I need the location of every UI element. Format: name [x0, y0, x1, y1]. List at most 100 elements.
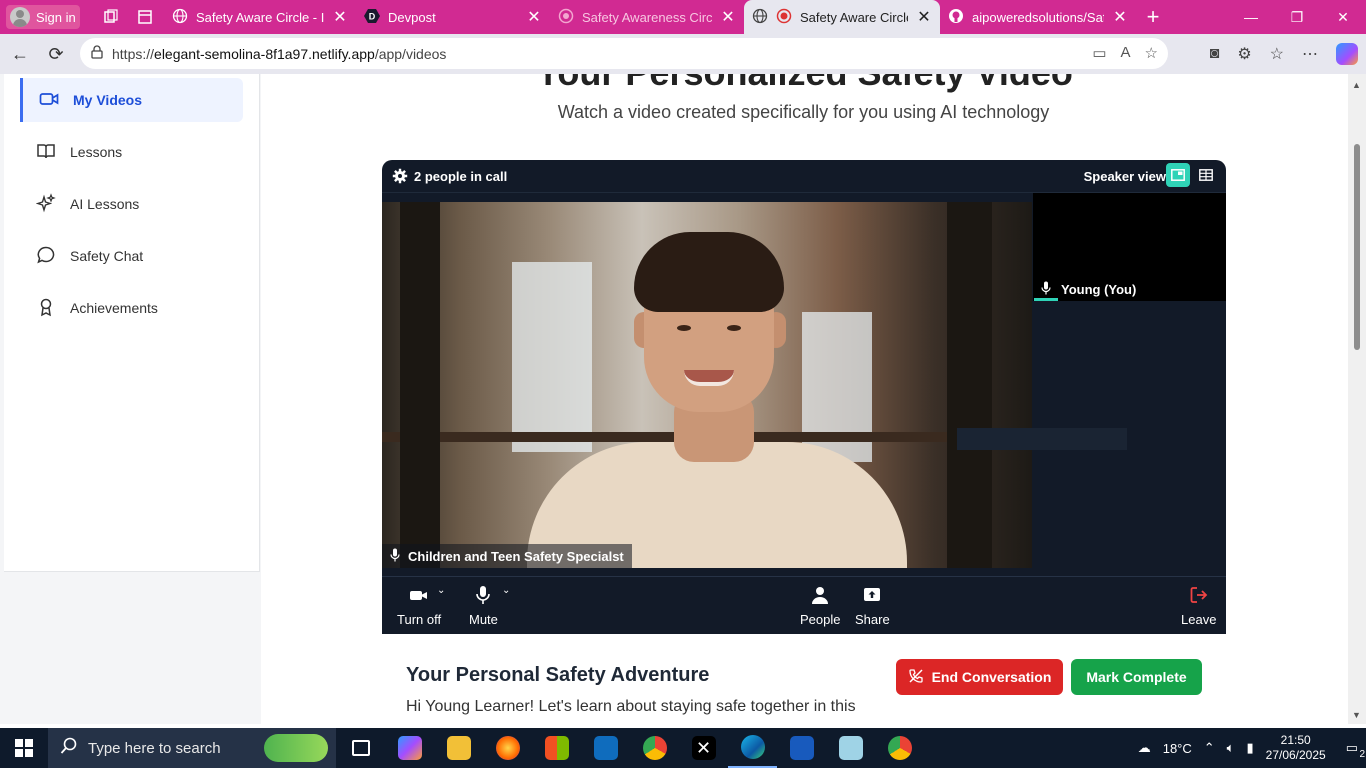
background-pillar — [947, 202, 992, 568]
sidebar-item-safety-chat[interactable]: Safety Chat — [20, 234, 243, 278]
search-highlight-image — [264, 734, 328, 762]
task-view-icon[interactable] — [336, 728, 385, 768]
close-window-icon[interactable]: ✕ — [1320, 0, 1366, 34]
turn-off-label: Turn off — [397, 612, 442, 627]
x-app-icon[interactable]: ✕ — [679, 728, 728, 768]
tab-devpost[interactable]: D Devpost ✕ — [356, 0, 550, 34]
browser-toolbar-icons: ◙ ⚙ ☆ ⋯ — [1210, 34, 1358, 74]
more-options-icon[interactable]: ⋯ — [1302, 44, 1318, 64]
main-video-feed: Children and Teen Safety Specialst — [382, 202, 1032, 568]
speaker-view-icon[interactable] — [1166, 163, 1190, 187]
sidebar: My Videos Lessons AI Lessons Safety Chat… — [4, 74, 260, 572]
word-icon[interactable] — [777, 728, 826, 768]
tab-title: Safety Aware Circle - — [800, 9, 908, 25]
turn-off-camera-button[interactable]: Turn off — [397, 585, 441, 627]
globe-icon — [172, 8, 188, 27]
share-button[interactable]: Share — [855, 585, 890, 627]
minimize-icon[interactable]: — — [1228, 0, 1274, 34]
circle-icon — [558, 8, 574, 27]
svg-text:D: D — [369, 11, 376, 21]
sign-in-button[interactable]: Sign in — [6, 5, 80, 29]
read-aloud-icon[interactable]: A — [1121, 44, 1131, 62]
url-path: /app/videos — [374, 45, 447, 62]
close-tab-icon[interactable]: ✕ — [720, 7, 736, 27]
phone-off-icon — [908, 668, 924, 687]
page-scrollbar[interactable]: ▲ ▼ — [1348, 74, 1366, 724]
gear-icon[interactable] — [392, 168, 408, 184]
speaker-view-label: Speaker view — [1083, 169, 1166, 184]
close-tab-icon[interactable]: ✕ — [916, 7, 932, 27]
sidebar-item-label: My Videos — [73, 92, 142, 108]
chevron-down-icon[interactable]: ⌄ — [502, 585, 510, 596]
adventure-text: Hi Young Learner! Let's learn about stay… — [406, 698, 856, 715]
workspaces-icon[interactable] — [94, 0, 128, 34]
sidebar-item-my-videos[interactable]: My Videos — [20, 78, 243, 122]
scroll-up-icon[interactable]: ▲ — [1352, 80, 1361, 90]
leave-call-button[interactable]: Leave — [1181, 585, 1216, 627]
copilot-icon[interactable] — [1336, 43, 1358, 65]
tab-github[interactable]: aipoweredsolutions/Safet ✕ — [940, 0, 1136, 34]
notifications-icon[interactable]: ▭ 2 — [1346, 740, 1365, 760]
outlook-icon[interactable] — [581, 728, 630, 768]
mute-label: Mute — [469, 612, 498, 627]
clock[interactable]: 21:50 27/06/2025 — [1266, 733, 1326, 763]
chrome-icon[interactable] — [630, 728, 679, 768]
microsoft-store-icon[interactable] — [532, 728, 581, 768]
restore-icon[interactable]: ❐ — [1274, 0, 1320, 34]
person-eye — [727, 325, 741, 331]
tab-actions-icon[interactable] — [128, 0, 162, 34]
refresh-icon[interactable]: ⟳ — [38, 36, 74, 72]
tab-title: Safety Awareness Circle D — [582, 9, 712, 25]
devpost-icon: D — [364, 8, 380, 27]
taskbar-search-box[interactable]: Type here to search — [48, 728, 336, 768]
sidebar-item-label: Safety Chat — [70, 248, 144, 264]
end-conversation-button[interactable]: End Conversation — [896, 659, 1063, 695]
edge-icon[interactable] — [728, 728, 777, 768]
weather-temperature[interactable]: 18°C — [1163, 741, 1192, 756]
new-tab-icon[interactable]: + — [1136, 0, 1170, 34]
url-action-icons: ▭ A ☆ — [1092, 44, 1158, 62]
person-eye — [677, 325, 691, 331]
people-button[interactable]: People — [800, 585, 840, 627]
chevron-up-icon[interactable]: ⌃ — [1204, 740, 1215, 756]
lock-icon[interactable] — [90, 45, 104, 62]
firefox-icon[interactable] — [483, 728, 532, 768]
tab-safety-aware-circle-1[interactable]: Safety Aware Circle - Inte ✕ — [164, 0, 356, 34]
file-explorer-icon[interactable] — [434, 728, 483, 768]
close-tab-icon[interactable]: ✕ — [526, 7, 542, 27]
avatar — [10, 7, 30, 27]
end-conversation-label: End Conversation — [931, 669, 1052, 685]
mute-button[interactable]: Mute — [469, 585, 498, 627]
tab-safety-aware-circle-active[interactable]: Safety Aware Circle - ✕ — [744, 0, 940, 34]
extensions-icon[interactable]: ⚙ — [1237, 44, 1251, 64]
sidebar-item-ai-lessons[interactable]: AI Lessons — [20, 182, 243, 226]
chrome-profile-icon[interactable] — [875, 728, 924, 768]
volume-icon[interactable]: 🔈︎ — [1227, 740, 1235, 756]
favorite-star-icon[interactable]: ☆ — [1145, 44, 1158, 62]
screenshot-icon[interactable]: ◙ — [1210, 45, 1220, 63]
globe-icon — [752, 8, 768, 27]
sidebar-item-lessons[interactable]: Lessons — [20, 130, 243, 174]
close-tab-icon[interactable]: ✕ — [332, 7, 348, 27]
weather-cloud-icon[interactable]: ☁ — [1138, 740, 1151, 756]
close-tab-icon[interactable]: ✕ — [1112, 7, 1128, 27]
favorites-icon[interactable]: ☆ — [1270, 44, 1284, 64]
leave-label: Leave — [1181, 612, 1217, 627]
notepad-icon[interactable] — [826, 728, 875, 768]
grid-view-icon[interactable] — [1194, 163, 1218, 187]
tab-safety-awareness-circle[interactable]: Safety Awareness Circle D ✕ — [550, 0, 744, 34]
back-icon[interactable]: ← — [2, 36, 38, 72]
leave-icon — [1189, 585, 1209, 608]
camera-permission-icon[interactable]: ▭ — [1092, 44, 1106, 62]
url-field[interactable]: https://elegant-semolina-8f1a97.netlify.… — [80, 38, 1168, 69]
mark-complete-button[interactable]: Mark Complete — [1071, 659, 1202, 695]
windows-start-icon[interactable] — [0, 728, 48, 768]
scroll-down-icon[interactable]: ▼ — [1352, 710, 1361, 720]
chevron-down-icon[interactable]: ⌄ — [437, 585, 445, 596]
microphone-icon[interactable]: ▮ — [1246, 740, 1253, 756]
sidebar-item-achievements[interactable]: Achievements — [20, 286, 243, 330]
main-area: Your Personalized Safety Video Watch a v… — [261, 74, 1348, 724]
copilot-taskbar-icon[interactable] — [385, 728, 434, 768]
scroll-thumb[interactable] — [1354, 144, 1360, 350]
background-window — [512, 262, 592, 452]
